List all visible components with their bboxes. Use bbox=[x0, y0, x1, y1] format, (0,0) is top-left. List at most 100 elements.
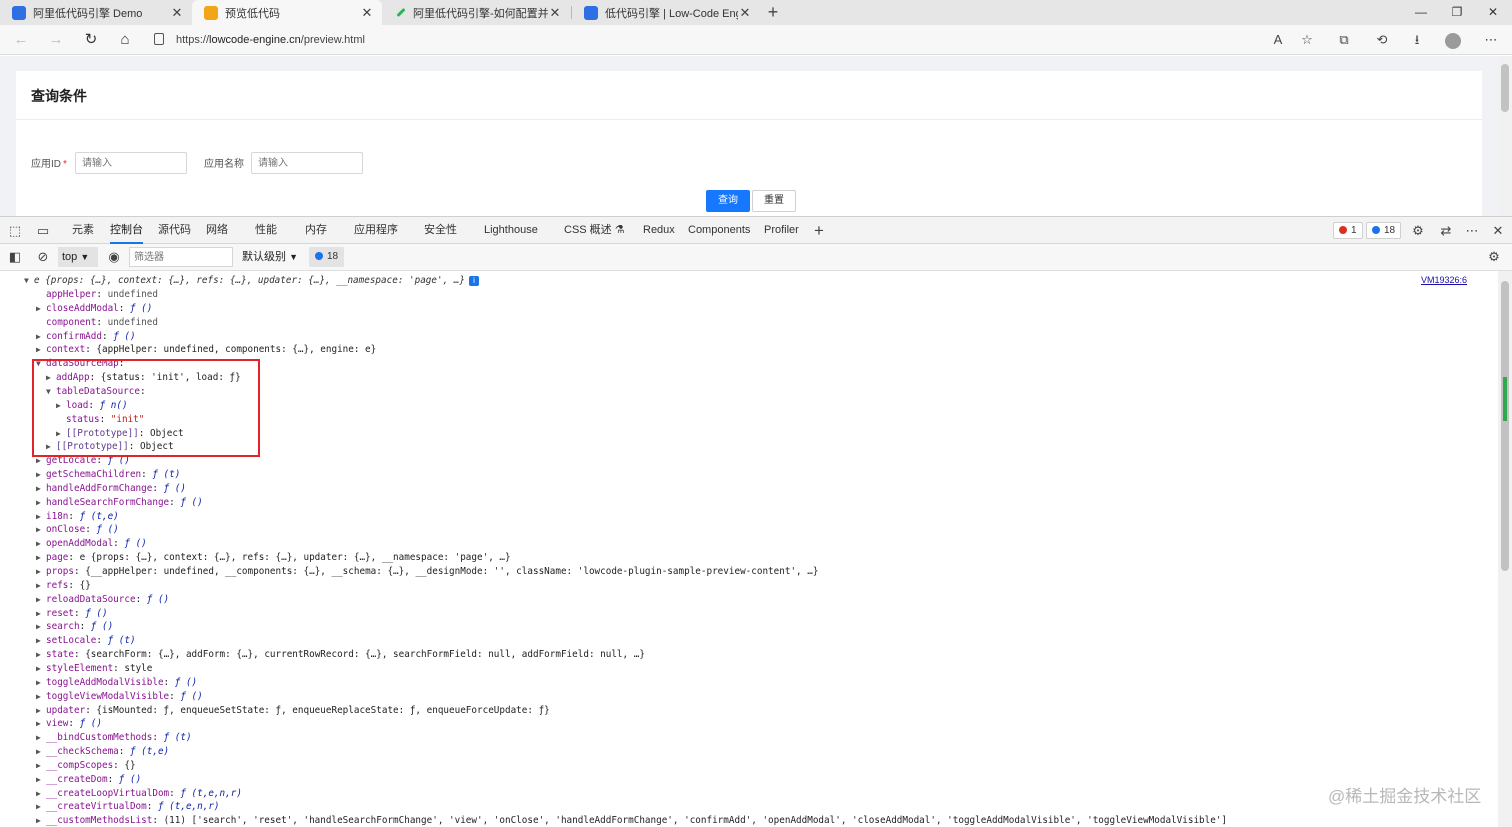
tab-css-overview[interactable]: CSS 概述 ⚗ bbox=[564, 217, 625, 244]
restore-button[interactable]: ❐ bbox=[1439, 0, 1475, 25]
expand-arrow-icon[interactable]: ▶ bbox=[36, 607, 46, 621]
expand-arrow-icon[interactable]: ▶ bbox=[36, 496, 46, 510]
console-property-row[interactable]: ▶ closeAddModal: ƒ () bbox=[36, 302, 152, 316]
expand-arrow-icon[interactable]: ▶ bbox=[36, 468, 46, 482]
tab-redux[interactable]: Redux bbox=[643, 217, 675, 244]
tab-performance[interactable]: 性能 bbox=[255, 217, 277, 244]
issues-badge[interactable]: 18 bbox=[309, 247, 345, 267]
more-options-icon[interactable]: ⋯ bbox=[1463, 222, 1481, 240]
console-property-row[interactable]: ▶ openAddModal: ƒ () bbox=[36, 537, 147, 551]
console-property-row[interactable]: ▶ handleSearchFormChange: ƒ () bbox=[36, 496, 203, 510]
expand-arrow-icon[interactable]: ▶ bbox=[36, 787, 46, 801]
add-panel-icon[interactable]: + bbox=[810, 222, 828, 240]
source-link[interactable]: VM19326:6 bbox=[1421, 275, 1467, 285]
expand-arrow-icon[interactable]: ▶ bbox=[36, 537, 46, 551]
expand-arrow-icon[interactable]: ▶ bbox=[36, 814, 46, 827]
close-tab-icon[interactable]: ✕ bbox=[738, 5, 752, 21]
tab-memory[interactable]: 内存 bbox=[305, 217, 327, 244]
message-count-badge[interactable]: 18 bbox=[1366, 222, 1402, 239]
app-id-input[interactable] bbox=[75, 152, 187, 174]
history-icon[interactable]: ⟲ bbox=[1371, 29, 1393, 51]
console-property-row[interactable]: ▶ confirmAdd: ƒ () bbox=[36, 330, 136, 344]
forward-icon[interactable]: → bbox=[45, 29, 67, 51]
tab-console[interactable]: 控制台 bbox=[110, 217, 143, 244]
log-level-select[interactable]: 默认级别 ▼ bbox=[242, 247, 298, 267]
expand-arrow-icon[interactable]: ▶ bbox=[36, 759, 46, 773]
console-property-row[interactable]: ▶ getSchemaChildren: ƒ (t) bbox=[36, 468, 180, 482]
console-property-row[interactable]: ▶ __customMethodsList: (11) ['search', 'r… bbox=[36, 814, 1227, 827]
console-property-row[interactable]: ▶ __compScopes: {} bbox=[36, 759, 136, 773]
inspect-element-icon[interactable]: ⬚ bbox=[6, 222, 24, 240]
console-property-row[interactable]: ▶ refs: {} bbox=[36, 579, 91, 593]
more-menu-icon[interactable]: ⋯ bbox=[1480, 29, 1502, 51]
expand-arrow-icon[interactable]: ▶ bbox=[36, 482, 46, 496]
dock-icon[interactable]: ⇄ bbox=[1437, 222, 1455, 240]
expand-arrow-icon[interactable]: ▶ bbox=[36, 579, 46, 593]
error-count-badge[interactable]: 1 bbox=[1333, 222, 1363, 239]
console-property-row[interactable]: ▶ updater: {isMounted: ƒ, enqueueSetState… bbox=[36, 704, 550, 718]
filter-input[interactable] bbox=[129, 247, 233, 267]
page-scrollbar[interactable] bbox=[1498, 56, 1512, 216]
profile-avatar[interactable] bbox=[1445, 33, 1461, 49]
console-property-row[interactable]: ▶ reloadDataSource: ƒ () bbox=[36, 593, 169, 607]
home-icon[interactable]: ⌂ bbox=[114, 29, 136, 51]
browser-tab-1[interactable]: 阿里低代码引擎 Demo ✕ bbox=[0, 0, 192, 25]
console-root-object[interactable]: ▼ e {props: {…}, context: {…}, refs: {…},… bbox=[24, 274, 479, 288]
expand-arrow-icon[interactable]: ▼ bbox=[24, 274, 34, 288]
tab-application[interactable]: 应用程序 bbox=[354, 217, 398, 244]
expand-arrow-icon[interactable]: ▶ bbox=[36, 551, 46, 565]
expand-arrow-icon[interactable]: ▶ bbox=[36, 800, 46, 814]
console-property-row[interactable]: ▶ view: ƒ () bbox=[36, 717, 102, 731]
console-property-row[interactable]: ▶ page: e {props: {…}, context: {…}, refs… bbox=[36, 551, 511, 565]
close-tab-icon[interactable]: ✕ bbox=[170, 5, 184, 21]
refresh-icon[interactable]: ↻ bbox=[80, 29, 102, 51]
console-property-row[interactable]: ▶ __bindCustomMethods: ƒ (t) bbox=[36, 731, 192, 745]
expand-arrow-icon[interactable]: ▶ bbox=[36, 731, 46, 745]
close-devtools-icon[interactable]: ✕ bbox=[1489, 222, 1507, 240]
expand-arrow-icon[interactable]: ▶ bbox=[36, 745, 46, 759]
console-property-row[interactable]: ▶ context: {appHelper: undefined, compone… bbox=[36, 343, 376, 357]
expand-arrow-icon[interactable]: ▶ bbox=[36, 620, 46, 634]
scrollbar-thumb[interactable] bbox=[1501, 64, 1509, 112]
tab-sources[interactable]: 源代码 bbox=[158, 217, 191, 244]
extensions-icon[interactable]: ⧉ bbox=[1333, 29, 1355, 51]
expand-arrow-icon[interactable]: ▶ bbox=[36, 773, 46, 787]
expand-arrow-icon[interactable]: ▶ bbox=[36, 510, 46, 524]
expand-arrow-icon[interactable]: ▶ bbox=[36, 343, 46, 357]
clear-console-icon[interactable]: ⊘ bbox=[34, 248, 52, 266]
back-icon[interactable]: ← bbox=[10, 29, 32, 51]
device-toggle-icon[interactable]: ▭ bbox=[34, 222, 52, 240]
expand-arrow-icon[interactable]: ▶ bbox=[36, 634, 46, 648]
browser-tab-4[interactable]: 低代码引擎 | Low-Code Engine ✕ bbox=[572, 0, 760, 25]
console-property-row[interactable]: ▶ search: ƒ () bbox=[36, 620, 113, 634]
tab-profiler[interactable]: Profiler bbox=[764, 217, 799, 244]
address-bar[interactable]: https://lowcode-engine.cn/preview.html bbox=[154, 28, 1324, 52]
expand-arrow-icon[interactable]: ▶ bbox=[36, 593, 46, 607]
app-name-input[interactable] bbox=[251, 152, 363, 174]
expand-arrow-icon[interactable]: ▶ bbox=[36, 704, 46, 718]
settings-gear-icon[interactable]: ⚙ bbox=[1409, 222, 1427, 240]
expand-arrow-icon[interactable]: ▶ bbox=[36, 690, 46, 704]
close-tab-icon[interactable]: ✕ bbox=[360, 5, 374, 21]
console-property-row[interactable]: ▶ __createVirtualDom: ƒ (t,e,n,r) bbox=[36, 800, 220, 814]
console-property-row[interactable]: ▶ __createDom: ƒ () bbox=[36, 773, 141, 787]
close-window-button[interactable]: ✕ bbox=[1475, 0, 1511, 25]
expand-arrow-icon[interactable]: ▶ bbox=[36, 676, 46, 690]
browser-tab-2[interactable]: 预览低代码 ✕ bbox=[192, 0, 382, 25]
context-select[interactable]: top ▼ bbox=[58, 247, 98, 267]
console-property-row[interactable]: ▶ toggleViewModalVisible: ƒ () bbox=[36, 690, 203, 704]
expand-arrow-icon[interactable]: ▶ bbox=[36, 302, 46, 316]
console-property-row[interactable]: ▶ setLocale: ƒ (t) bbox=[36, 634, 136, 648]
new-tab-button[interactable]: + bbox=[762, 2, 784, 22]
expand-arrow-icon[interactable]: ▶ bbox=[36, 330, 46, 344]
favorite-star-icon[interactable]: ☆ bbox=[1296, 29, 1318, 51]
query-button[interactable]: 查询 bbox=[706, 190, 750, 212]
reset-button[interactable]: 重置 bbox=[752, 190, 796, 212]
console-property-row[interactable]: ▶ __checkSchema: ƒ (t,e) bbox=[36, 745, 169, 759]
console-property-row[interactable]: ▶ onClose: ƒ () bbox=[36, 523, 119, 537]
console-property-row[interactable]: ▶ toggleAddModalVisible: ƒ () bbox=[36, 676, 197, 690]
expand-arrow-icon[interactable]: ▶ bbox=[36, 648, 46, 662]
tab-components[interactable]: Components bbox=[688, 217, 750, 244]
browser-tab-3[interactable]: 阿里低代码引擎-如何配置并调用 ✕ bbox=[384, 0, 570, 25]
expand-arrow-icon[interactable]: ▶ bbox=[36, 565, 46, 579]
